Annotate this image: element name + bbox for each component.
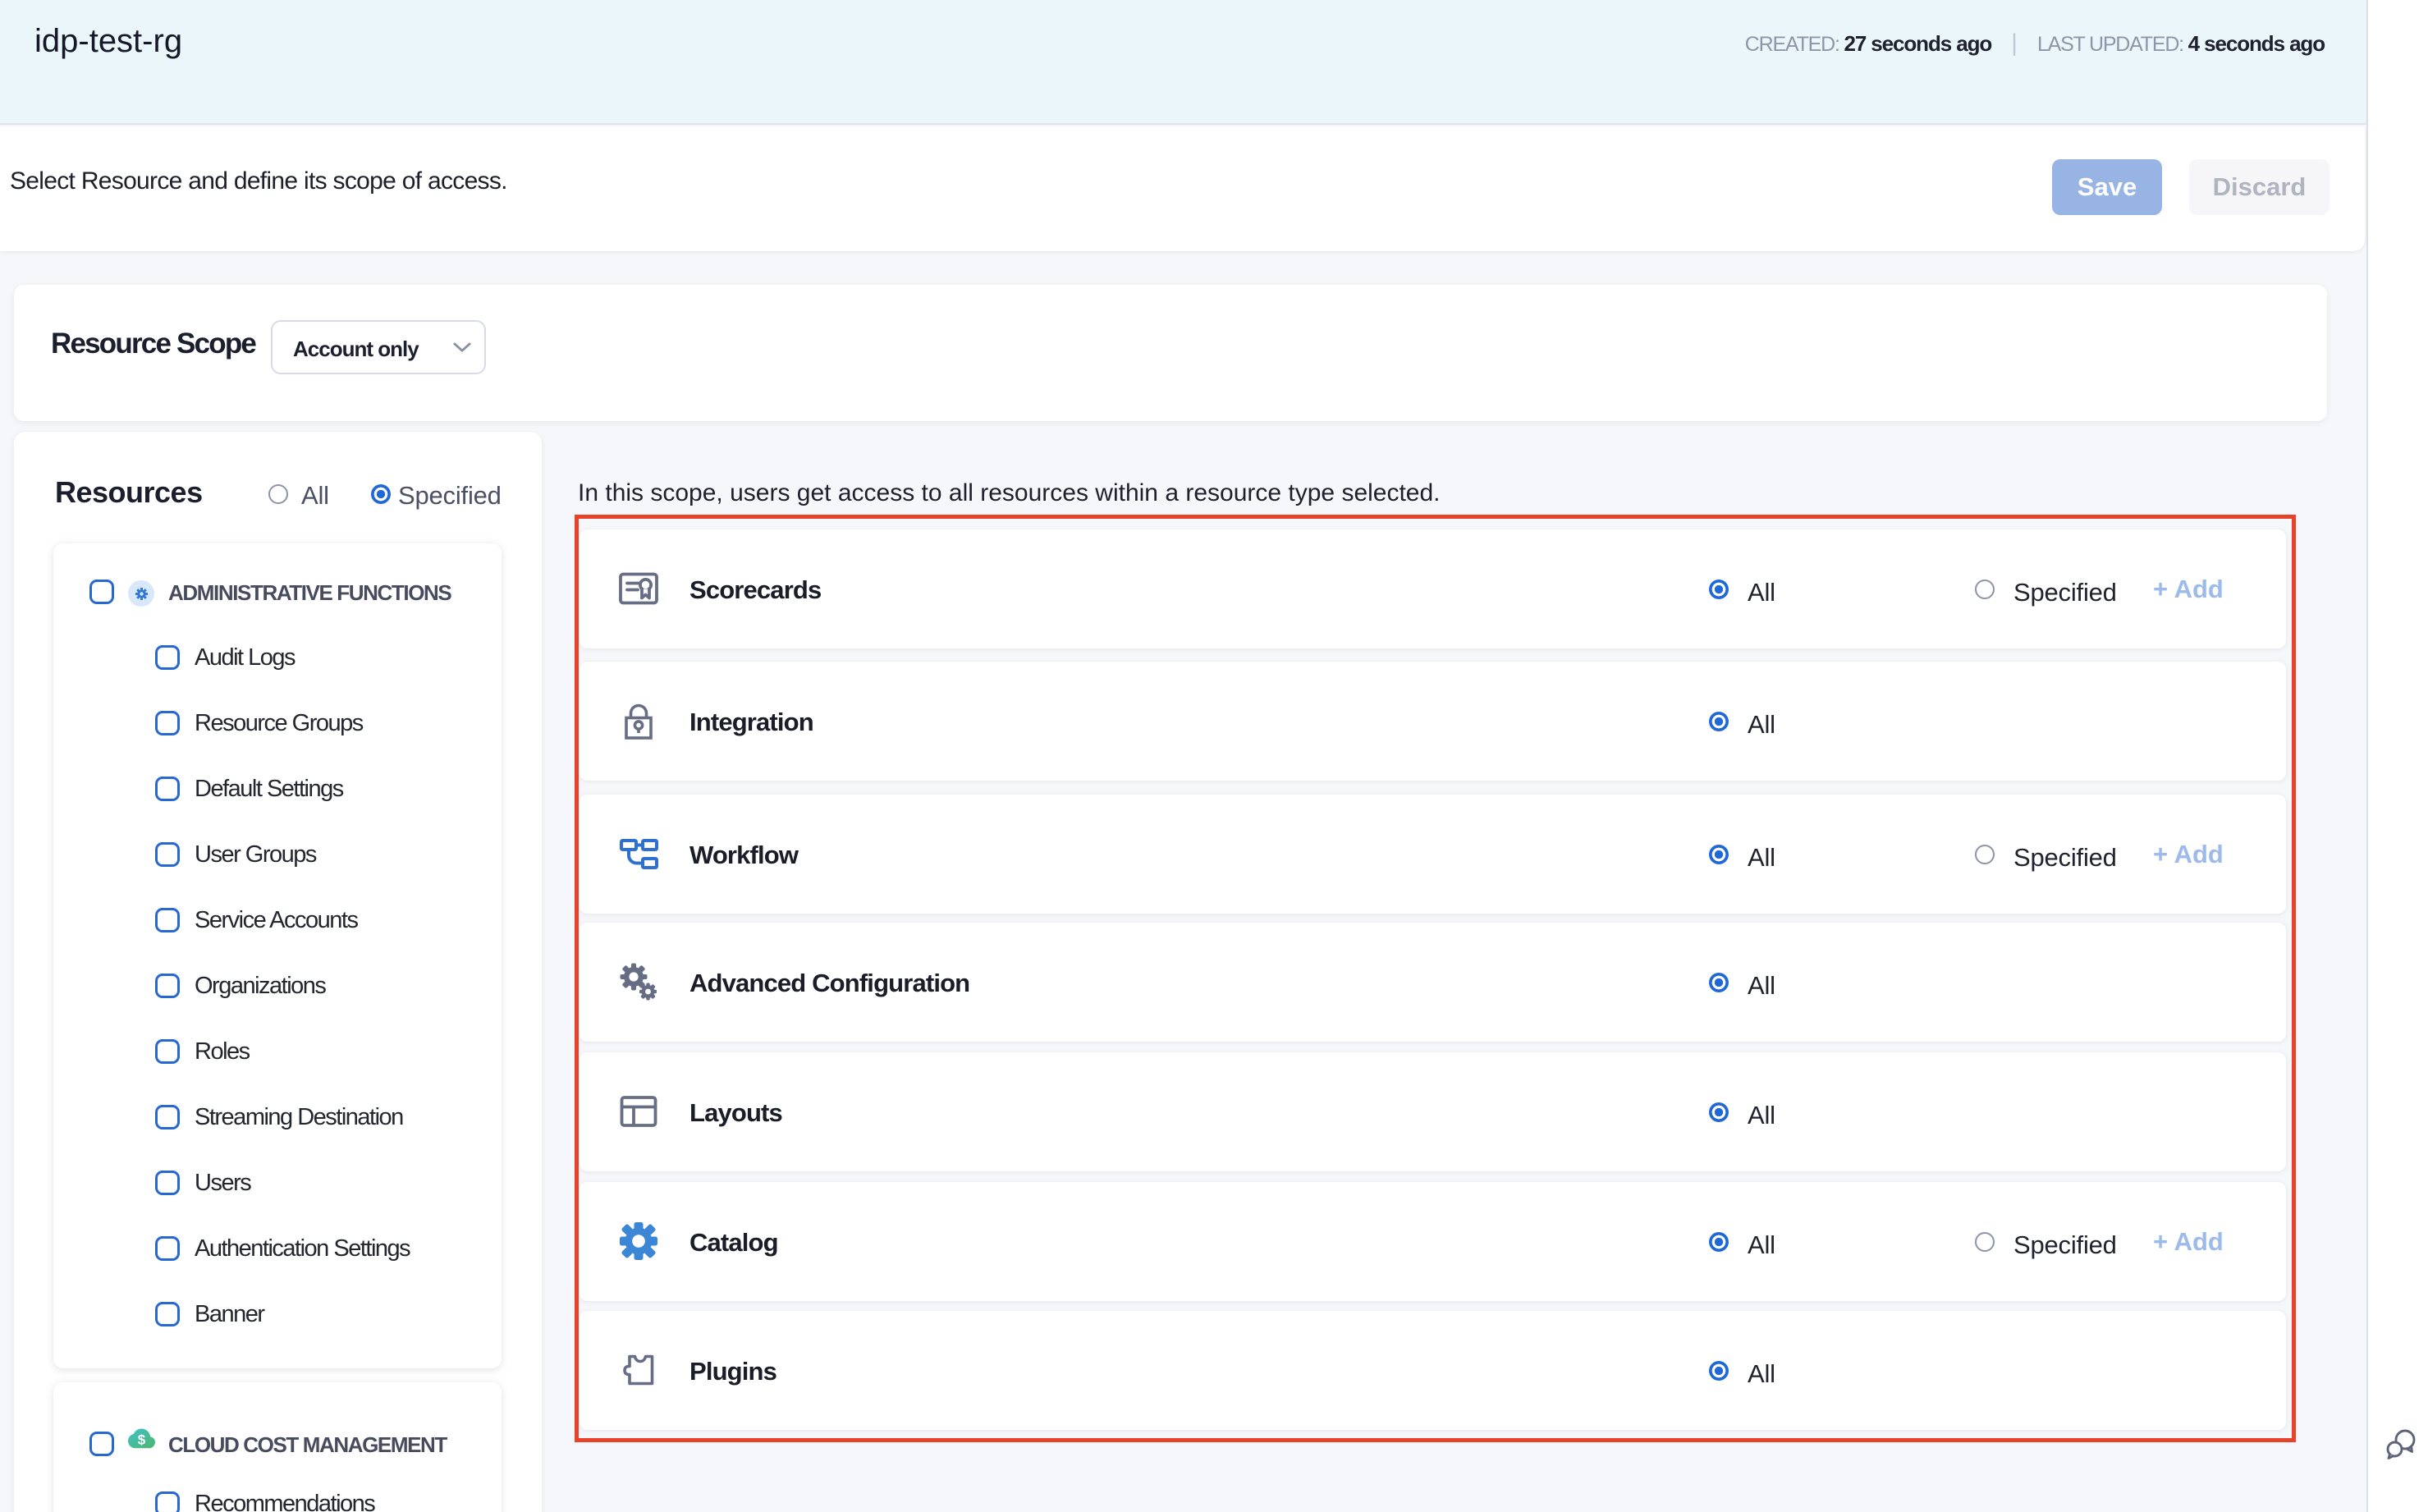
svg-text:$: $ [138, 1432, 146, 1448]
